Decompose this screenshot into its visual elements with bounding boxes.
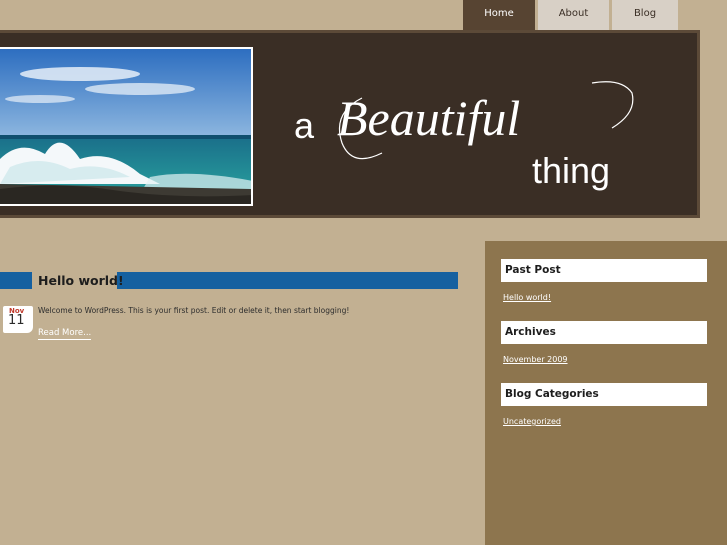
nav-tab-blog[interactable]: Blog bbox=[612, 0, 678, 30]
widget-link-november-2009[interactable]: November 2009 bbox=[503, 355, 568, 364]
svg-text:thing: thing bbox=[532, 150, 610, 191]
title-bar-left bbox=[0, 272, 32, 289]
widget-link-uncategorized[interactable]: Uncategorized bbox=[503, 417, 561, 426]
widget-link-hello-world[interactable]: Hello world! bbox=[503, 293, 551, 302]
sidebar: Past Post Hello world! Archives November… bbox=[485, 241, 727, 545]
svg-text:Beautiful: Beautiful bbox=[337, 90, 520, 146]
top-nav: Home About Blog bbox=[463, 0, 678, 30]
site-header: a Beautiful thing bbox=[0, 30, 700, 218]
post-date-badge: Nov 11 bbox=[3, 306, 33, 333]
svg-text:a: a bbox=[294, 105, 315, 146]
post-title-bar: Hello world! bbox=[0, 272, 458, 290]
widget-title-archives: Archives bbox=[501, 321, 707, 344]
widget-title-past-post: Past Post bbox=[501, 259, 707, 282]
nav-tab-about[interactable]: About bbox=[538, 0, 609, 30]
post-title-link[interactable]: Hello world! bbox=[38, 273, 124, 288]
post-date-day: 11 bbox=[8, 313, 25, 328]
post-excerpt: Welcome to WordPress. This is your first… bbox=[38, 306, 350, 315]
read-more-link[interactable]: Read More... bbox=[38, 328, 92, 340]
ocean-wave-photo bbox=[0, 47, 253, 206]
ocean-wave-illustration bbox=[0, 49, 251, 204]
nav-tab-home[interactable]: Home bbox=[463, 0, 535, 30]
widget-title-blog-categories: Blog Categories bbox=[501, 383, 707, 406]
site-logo: a Beautiful thing bbox=[294, 81, 634, 191]
title-bar-right bbox=[117, 272, 458, 289]
